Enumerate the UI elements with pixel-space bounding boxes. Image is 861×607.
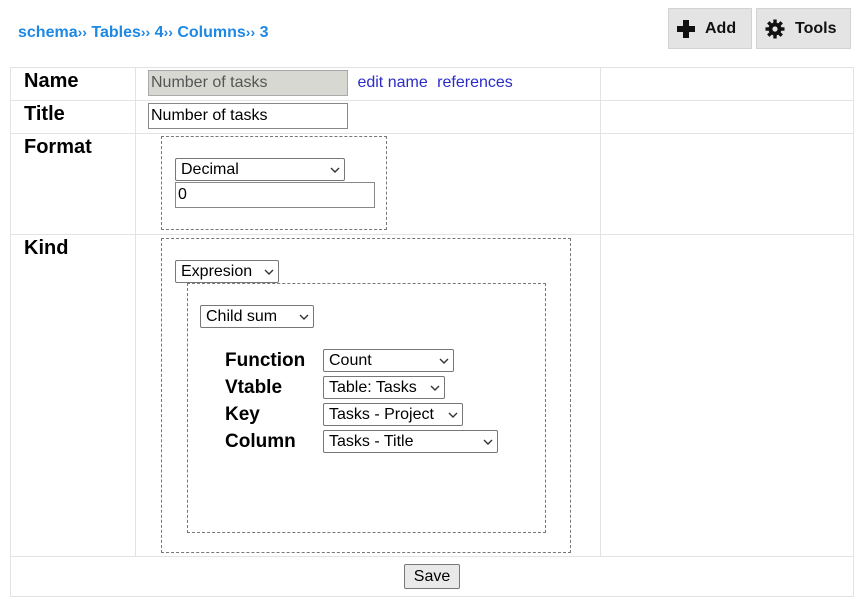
title-row: Title [10, 100, 854, 134]
chevron-down-icon [439, 358, 449, 364]
name-label: Name [10, 67, 136, 101]
expression-type-select[interactable]: Child sum [200, 305, 314, 328]
kind-label: Kind [10, 234, 136, 557]
vtable-value: Table: Tasks [329, 378, 417, 396]
chevron-down-icon [483, 439, 493, 445]
format-box: Decimal [161, 136, 387, 230]
kind-value: Expresion [181, 262, 253, 280]
title-input[interactable] [148, 103, 348, 129]
format-row: Format Decimal [10, 133, 854, 235]
format-type-select[interactable]: Decimal [175, 158, 345, 181]
title-extra-cell [600, 100, 854, 134]
expression-params: Function Count Vtable Table: Tasks Key T… [225, 349, 545, 453]
name-extra-cell [600, 67, 854, 101]
breadcrumb-schema[interactable]: schema [18, 24, 78, 41]
vtable-select[interactable]: Table: Tasks [323, 376, 445, 399]
expression-type-value: Child sum [206, 307, 278, 325]
chevron-down-icon [299, 314, 309, 320]
add-button[interactable]: Add [668, 8, 752, 49]
format-label: Format [10, 133, 136, 235]
toolbar: Add Tools [668, 8, 851, 49]
format-type-value: Decimal [181, 160, 239, 178]
kind-select[interactable]: Expresion [175, 260, 279, 283]
kind-row: Kind Expresion Child sum Function Count [10, 234, 854, 557]
chevron-down-icon [330, 167, 340, 173]
key-select[interactable]: Tasks - Project [323, 403, 463, 426]
tools-button-label: Tools [795, 19, 837, 37]
add-button-label: Add [705, 19, 737, 37]
breadcrumb-column-3[interactable]: 3 [260, 24, 269, 41]
column-select[interactable]: Tasks - Title [323, 430, 498, 453]
save-row: Save [10, 556, 854, 597]
breadcrumb-tables[interactable]: Tables [91, 24, 141, 41]
gear-icon [765, 19, 785, 38]
key-value: Tasks - Project [329, 405, 434, 423]
plus-icon [677, 19, 695, 38]
expression-box: Child sum Function Count Vtable Table: T… [187, 283, 546, 533]
breadcrumb: schema›› Tables›› 4›› Columns›› 3 [18, 24, 268, 42]
kind-box: Expresion Child sum Function Count Vtabl… [161, 238, 571, 553]
function-select[interactable]: Count [323, 349, 454, 372]
key-label: Key [225, 403, 260, 425]
function-label: Function [225, 349, 306, 371]
format-value-input[interactable] [175, 182, 375, 208]
edit-name-link[interactable]: edit name [357, 74, 427, 91]
tools-button[interactable]: Tools [756, 8, 851, 49]
kind-extra-cell [600, 234, 854, 557]
format-extra-cell [600, 133, 854, 235]
breadcrumb-columns[interactable]: Columns [177, 24, 245, 41]
function-value: Count [329, 351, 372, 369]
column-form: Name edit name references Title Format D… [10, 67, 854, 597]
title-label: Title [10, 100, 136, 134]
name-input[interactable] [148, 70, 348, 96]
breadcrumb-separator: ›› [140, 24, 151, 40]
vtable-label: Vtable [225, 376, 283, 398]
references-link[interactable]: references [437, 74, 513, 91]
name-row: Name edit name references [10, 67, 854, 101]
breadcrumb-table-4[interactable]: 4 [155, 24, 164, 41]
breadcrumb-separator: ›› [77, 24, 87, 40]
save-button[interactable]: Save [403, 564, 461, 589]
chevron-down-icon [264, 269, 274, 275]
breadcrumb-separator: ›› [163, 24, 173, 40]
column-value: Tasks - Title [329, 432, 414, 450]
breadcrumb-separator: ›› [245, 24, 256, 40]
chevron-down-icon [430, 385, 440, 391]
column-label: Column [225, 430, 296, 452]
chevron-down-icon [448, 412, 458, 418]
